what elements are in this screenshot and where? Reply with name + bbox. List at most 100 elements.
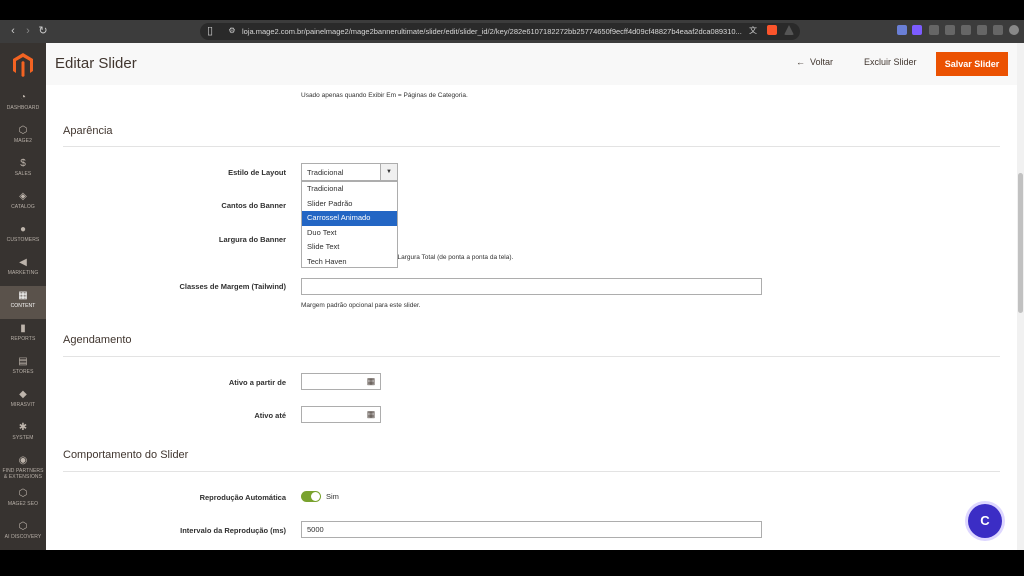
- sidebar-item-sales[interactable]: $ SALES: [0, 154, 46, 187]
- sidebar-item-label: REPORTS: [10, 336, 36, 342]
- sidebar-item-marketing[interactable]: ◀ MARKETING: [0, 253, 46, 286]
- chat-widget-button[interactable]: C: [968, 504, 1002, 538]
- diamond-icon: ◆: [19, 389, 27, 400]
- admin-sidebar: ◔ DASHBOARD ⬡ MAGE2 $ SALES ◈ CATALOG ● CUSTOMERS…: [0, 43, 46, 550]
- translate-icon[interactable]: 文: [746, 24, 760, 38]
- section-divider: [63, 471, 1000, 472]
- brave-shield-icon[interactable]: [767, 25, 777, 35]
- arrow-left-icon: ←: [796, 57, 805, 67]
- back-button[interactable]: ← Voltar: [796, 57, 833, 67]
- save-slider-button[interactable]: Salvar Slider: [936, 52, 1008, 76]
- sidebar-item-label: MAGE2 SEO: [7, 501, 39, 507]
- back-label: Voltar: [810, 57, 834, 67]
- profile-icon[interactable]: [1009, 25, 1019, 35]
- layout-option[interactable]: Tech Haven: [302, 255, 397, 270]
- sidebar-item-dashboard[interactable]: ◔ DASHBOARD: [0, 88, 46, 121]
- chevron-down-icon[interactable]: ▼: [380, 164, 397, 180]
- active-from-label: Ativo a partir de: [228, 378, 286, 387]
- margin-classes-input[interactable]: [301, 278, 762, 295]
- sidebar-item-mage2-seo[interactable]: ⬡ MAGE2 SEO: [0, 484, 46, 517]
- page-scrollbar[interactable]: [1017, 43, 1024, 550]
- person-icon: ●: [19, 224, 27, 235]
- calendar-icon[interactable]: ▦: [363, 407, 379, 422]
- extension-icon[interactable]: [945, 25, 955, 35]
- sidebar-item-label: FIND PARTNERS & EXTENSIONS: [2, 468, 44, 480]
- toggle-knob: [311, 492, 320, 501]
- section-appearance-title[interactable]: Aparência: [63, 125, 113, 137]
- banner-corners-label: Cantos do Banner: [221, 201, 286, 210]
- layout-style-label: Estilo de Layout: [228, 168, 286, 177]
- autoplay-toggle[interactable]: [301, 491, 321, 502]
- sidebar-item-label: MAGE2: [13, 138, 32, 144]
- hexagon-icon: ⬡: [18, 521, 28, 532]
- section-behavior-title[interactable]: Comportamento do Slider: [63, 449, 188, 461]
- dollar-icon: $: [20, 158, 26, 169]
- interval-label: Intervalo da Reprodução (ms): [180, 526, 286, 535]
- page-title: Editar Slider: [55, 55, 137, 72]
- sidebar-item-reports[interactable]: ▮ REPORTS: [0, 319, 46, 352]
- sidebar-item-system[interactable]: ✱ SYSTEM: [0, 418, 46, 451]
- extension-icon[interactable]: [993, 25, 1003, 35]
- sidebar-item-label: CUSTOMERS: [6, 237, 40, 243]
- box-icon: ◈: [19, 191, 27, 202]
- sidebar-item-label: MARKETING: [7, 270, 39, 276]
- puzzle-icon: ◉: [18, 455, 28, 466]
- hexagon-icon: ⬡: [18, 125, 28, 136]
- extension-icon[interactable]: [961, 25, 971, 35]
- sidebar-item-customers[interactable]: ● CUSTOMERS: [0, 220, 46, 253]
- calendar-icon[interactable]: ▦: [363, 374, 379, 389]
- delete-slider-button[interactable]: Excluir Slider: [864, 57, 917, 67]
- sidebar-item-label: SALES: [14, 171, 32, 177]
- back-icon[interactable]: ‹: [6, 24, 20, 38]
- sidebar-item-catalog[interactable]: ◈ CATALOG: [0, 187, 46, 220]
- sidebar-item-content[interactable]: ▦ CONTENT: [0, 286, 46, 319]
- autoplay-label: Reprodução Automática: [199, 493, 286, 502]
- screen: ‹ › ↻ ▯ ⚙ loja.mage2.com.br/painelmage2/…: [0, 0, 1024, 576]
- site-info-icon[interactable]: ⚙: [225, 24, 239, 38]
- magento-logo[interactable]: [13, 53, 33, 77]
- sidebar-item-label: AI DISCOVERY: [4, 534, 42, 540]
- autoplay-state: Sim: [326, 492, 339, 501]
- url-text[interactable]: loja.mage2.com.br/painelmage2/mage2banne…: [242, 27, 742, 36]
- megaphone-icon: ◀: [19, 257, 27, 268]
- extension-icon[interactable]: [912, 25, 922, 35]
- display-note: Usado apenas quando Exibir Em = Páginas …: [301, 92, 468, 99]
- sidebar-item-label: MIRASVIT: [10, 402, 36, 408]
- extension-icon[interactable]: [929, 25, 939, 35]
- layout-icon: ▦: [18, 290, 28, 301]
- sidebar-item-label: CATALOG: [11, 204, 35, 210]
- forward-icon[interactable]: ›: [21, 24, 35, 38]
- layout-option[interactable]: Slider Padrão: [302, 197, 397, 212]
- browser-toolbar: ‹ › ↻ ▯ ⚙ loja.mage2.com.br/painelmage2/…: [0, 20, 1024, 43]
- extension-icon[interactable]: [977, 25, 987, 35]
- section-schedule-title[interactable]: Agendamento: [63, 334, 132, 346]
- layout-style-dropdown: Tradicional Slider Padrão Carrossel Animad…: [301, 181, 398, 268]
- sidebar-item-label: DASHBOARD: [6, 105, 40, 111]
- sidebar-item-mage2[interactable]: ⬡ MAGE2: [0, 121, 46, 154]
- layout-style-value: Tradicional: [307, 168, 344, 177]
- layout-option[interactable]: Duo Text: [302, 226, 397, 241]
- scrollbar-thumb[interactable]: [1018, 173, 1023, 313]
- store-icon: ▤: [18, 356, 28, 367]
- layout-option[interactable]: Tradicional: [302, 182, 397, 197]
- sidebar-item-label: STORES: [12, 369, 34, 375]
- sidebar-item-ai-discovery[interactable]: ⬡ AI DISCOVERY: [0, 517, 46, 550]
- extension-icon[interactable]: [897, 25, 907, 35]
- sidebar-item-label: SYSTEM: [12, 435, 34, 441]
- page-content: Editar Slider ← Voltar Excluir Slider Sa…: [46, 43, 1024, 550]
- bookmark-icon[interactable]: ▯: [203, 24, 217, 38]
- sidebar-item-mirasvit[interactable]: ◆ MIRASVIT: [0, 385, 46, 418]
- layout-option[interactable]: Carrossel Animado: [302, 211, 397, 226]
- sidebar-item-label: CONTENT: [10, 303, 36, 309]
- layout-option[interactable]: Slide Text: [302, 240, 397, 255]
- sidebar-item-find-partners-extensions[interactable]: ◉ FIND PARTNERS & EXTENSIONS: [0, 451, 46, 487]
- sidebar-item-stores[interactable]: ▤ STORES: [0, 352, 46, 385]
- section-divider: [63, 146, 1000, 147]
- dashboard-icon: ◔: [19, 92, 27, 103]
- hexagon-icon: ⬡: [18, 488, 28, 499]
- reload-icon[interactable]: ↻: [36, 24, 50, 38]
- active-to-label: Ativo até: [254, 411, 286, 420]
- interval-input[interactable]: 5000: [301, 521, 762, 538]
- margin-classes-label: Classes de Margem (Tailwind): [179, 282, 286, 291]
- layout-style-select[interactable]: Tradicional ▼: [301, 163, 398, 181]
